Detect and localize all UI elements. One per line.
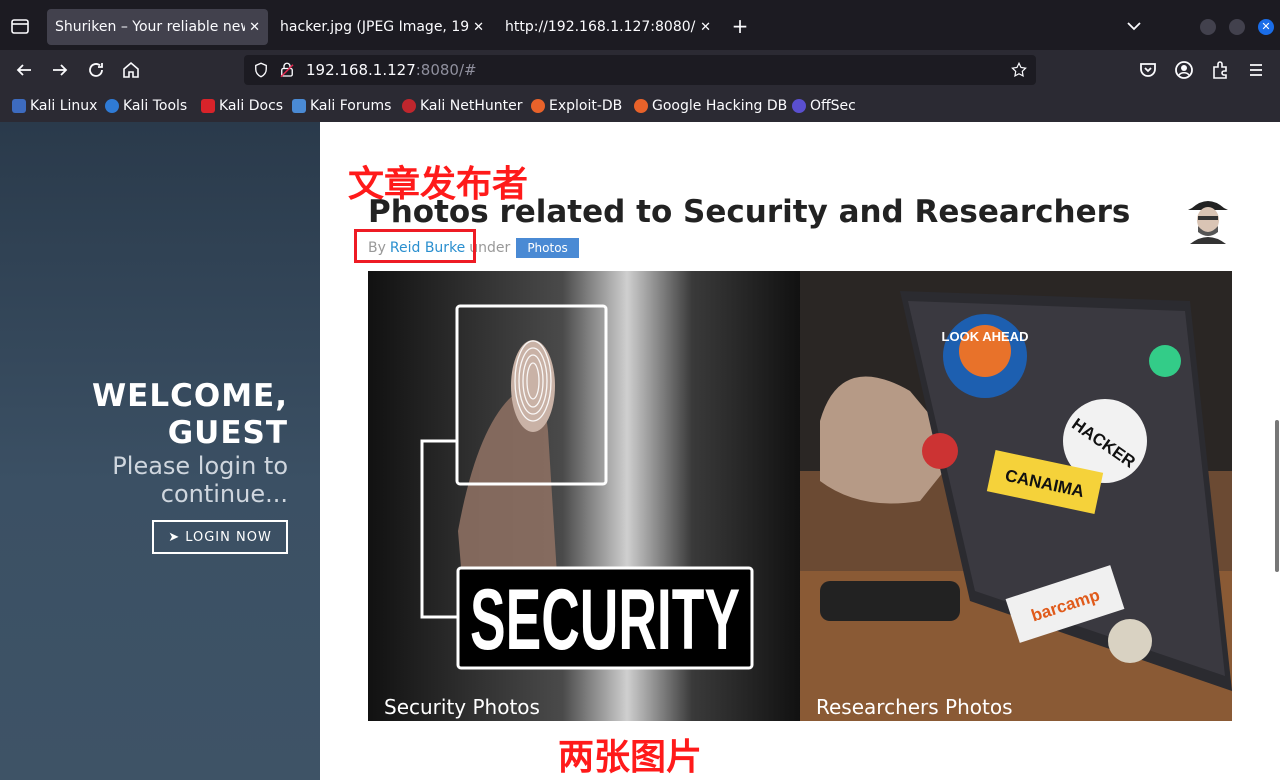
offsec-icon bbox=[792, 99, 806, 113]
security-photo-image: SECURITY bbox=[368, 271, 800, 721]
post-title[interactable]: Photos related to Security and Researche… bbox=[368, 194, 1130, 230]
scrollbar-thumb[interactable] bbox=[1275, 420, 1279, 572]
bookmark-star-icon[interactable] bbox=[1010, 61, 1028, 79]
bookmark-label: Google Hacking DB bbox=[652, 98, 788, 114]
bookmark-label: Exploit-DB bbox=[549, 98, 623, 114]
researchers-caption: Researchers Photos bbox=[816, 695, 1013, 719]
tab-title: http://192.168.1.127:8080/login bbox=[505, 19, 696, 35]
shield-icon[interactable] bbox=[252, 61, 270, 79]
url-path: :8080/# bbox=[415, 61, 477, 79]
pocket-icon[interactable] bbox=[1136, 58, 1160, 82]
bookmark-google-hacking-db[interactable]: Google Hacking DB bbox=[634, 97, 787, 115]
home-icon[interactable] bbox=[119, 58, 143, 82]
url-text[interactable]: 192.168.1.127:8080/# bbox=[306, 61, 477, 79]
insecure-lock-icon[interactable] bbox=[278, 61, 296, 79]
minimize-button[interactable] bbox=[1200, 19, 1216, 35]
category-badge[interactable]: Photos bbox=[516, 238, 579, 258]
extensions-icon[interactable] bbox=[1208, 58, 1232, 82]
menu-icon[interactable] bbox=[1244, 58, 1268, 82]
kali-docs-icon bbox=[201, 99, 215, 113]
bookmark-label: Kali Linux bbox=[30, 98, 98, 114]
forward-icon[interactable] bbox=[48, 58, 72, 82]
close-icon[interactable]: ✕ bbox=[700, 20, 711, 35]
two-images-annotation: 两张图片 bbox=[558, 737, 703, 778]
url-host: 192.168.1.127 bbox=[306, 61, 416, 79]
tab-title: Shuriken – Your reliable news source bbox=[55, 19, 245, 35]
window-close-button[interactable]: ✕ bbox=[1258, 19, 1274, 35]
bookmark-label: Kali NetHunter bbox=[420, 98, 523, 114]
back-icon[interactable] bbox=[12, 58, 36, 82]
kali-tools-icon bbox=[105, 99, 119, 113]
security-caption: Security Photos bbox=[384, 695, 540, 719]
tab-bar: Shuriken – Your reliable news source ✕ ha… bbox=[0, 0, 1280, 50]
kali-forums-icon bbox=[292, 99, 306, 113]
bookmark-label: Kali Docs bbox=[219, 98, 284, 114]
nav-toolbar: 192.168.1.127:8080/# bbox=[0, 50, 1280, 90]
tab-list-icon[interactable] bbox=[8, 14, 32, 38]
bookmark-exploit-db[interactable]: Exploit-DB bbox=[531, 97, 622, 115]
bookmark-label: OffSec bbox=[810, 98, 856, 114]
reload-icon[interactable] bbox=[84, 58, 108, 82]
security-image-text: SECURITY bbox=[470, 572, 740, 668]
account-icon[interactable] bbox=[1172, 58, 1196, 82]
photo-gallery: SECURITY Security Photos LOOK AHEAD HACK… bbox=[368, 271, 1232, 721]
nethunter-icon bbox=[402, 99, 416, 113]
author-highlight-box bbox=[354, 229, 476, 263]
look-ahead-sticker: LOOK AHEAD bbox=[942, 329, 1029, 344]
researchers-photo[interactable]: LOOK AHEAD HACKER CANAIMA barcamp Resear… bbox=[800, 271, 1232, 721]
chevron-down-icon[interactable] bbox=[1122, 14, 1146, 38]
tab-hacker-jpg[interactable]: hacker.jpg (JPEG Image, 1920 × 1280 pixe… bbox=[272, 9, 492, 45]
bookmark-kali-linux[interactable]: Kali Linux bbox=[12, 97, 97, 115]
bookmark-label: Kali Forums bbox=[310, 98, 392, 114]
bookmark-offsec[interactable]: OffSec bbox=[792, 97, 856, 115]
bookmark-label: Kali Tools bbox=[123, 98, 188, 114]
maximize-button[interactable] bbox=[1229, 19, 1245, 35]
researchers-photo-image: LOOK AHEAD HACKER CANAIMA barcamp bbox=[800, 271, 1232, 721]
tab-title: hacker.jpg (JPEG Image, 1920 × 1280 pixe… bbox=[280, 19, 470, 35]
post-content: 文章发布者 Photos related to Security and Res… bbox=[320, 122, 1280, 780]
bookmark-kali-forums[interactable]: Kali Forums bbox=[292, 97, 391, 115]
guest-line: GUEST bbox=[167, 415, 288, 451]
bookmark-kali-docs[interactable]: Kali Docs bbox=[201, 97, 283, 115]
bookmarks-toolbar: Kali Linux Kali Tools Kali Docs Kali For… bbox=[0, 90, 1280, 122]
tab-login[interactable]: http://192.168.1.127:8080/login ✕ bbox=[497, 9, 719, 45]
bookmark-kali-tools[interactable]: Kali Tools bbox=[105, 97, 187, 115]
welcome-line: WELCOME, bbox=[91, 378, 288, 414]
ghdb-icon bbox=[634, 99, 648, 113]
tab-shuriken[interactable]: Shuriken – Your reliable news source ✕ bbox=[47, 9, 268, 45]
url-bar[interactable]: 192.168.1.127:8080/# bbox=[244, 55, 1036, 85]
kali-dragon-icon bbox=[12, 99, 26, 113]
new-tab-button[interactable]: + bbox=[728, 14, 752, 38]
login-now-button[interactable]: ➤ LOGIN NOW bbox=[152, 520, 288, 554]
bookmark-kali-nethunter[interactable]: Kali NetHunter bbox=[402, 97, 522, 115]
author-avatar[interactable] bbox=[1184, 194, 1232, 244]
security-photo[interactable]: SECURITY Security Photos bbox=[368, 271, 800, 721]
close-icon[interactable]: ✕ bbox=[249, 20, 260, 35]
login-prompt: Please login to continue... bbox=[112, 452, 288, 508]
close-icon[interactable]: ✕ bbox=[473, 20, 484, 35]
welcome-sidebar: WELCOME, GUEST Please login to continue..… bbox=[0, 122, 320, 780]
welcome-heading: WELCOME, GUEST bbox=[92, 378, 288, 452]
exploit-db-icon bbox=[531, 99, 545, 113]
